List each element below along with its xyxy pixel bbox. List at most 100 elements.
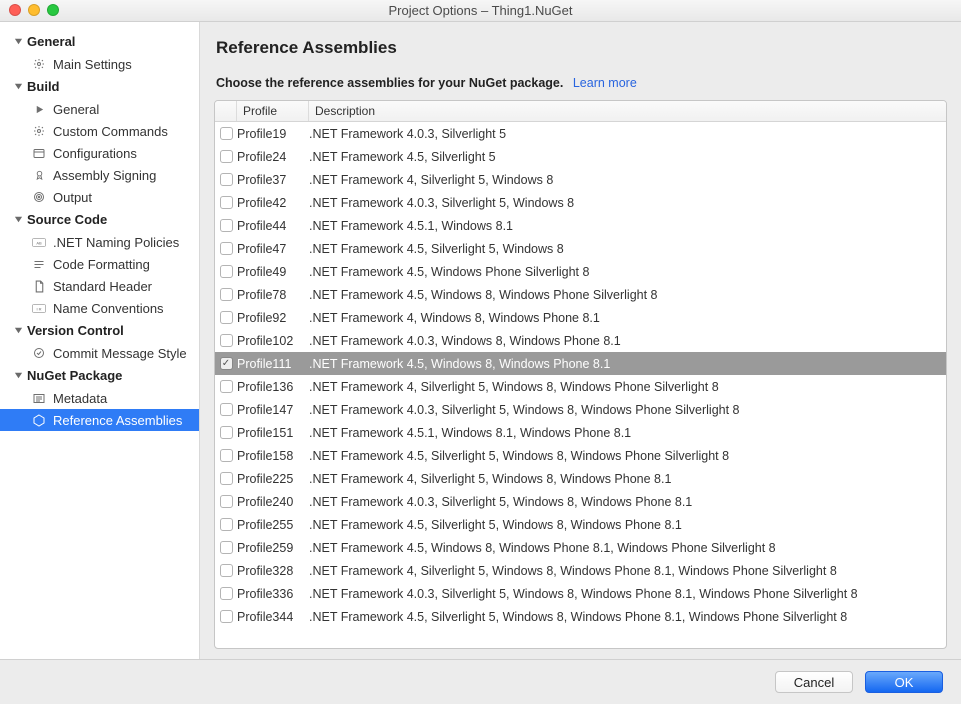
cell-description: .NET Framework 4, Silverlight 5, Windows… xyxy=(309,380,942,394)
sidebar-item-label: Custom Commands xyxy=(53,124,168,139)
sidebar-item[interactable]: AB.NET Naming Policies xyxy=(0,231,199,253)
table-row[interactable]: Profile49.NET Framework 4.5, Windows Pho… xyxy=(215,260,946,283)
row-checkbox[interactable]: ✓ xyxy=(215,357,237,370)
sidebar-item[interactable]: I RName Conventions xyxy=(0,297,199,319)
row-checkbox[interactable] xyxy=(215,518,237,531)
row-checkbox[interactable] xyxy=(215,495,237,508)
sidebar-item[interactable]: Metadata xyxy=(0,387,199,409)
table-row[interactable]: Profile147.NET Framework 4.0.3, Silverli… xyxy=(215,398,946,421)
row-checkbox[interactable] xyxy=(215,380,237,393)
sidebar-item[interactable]: Custom Commands xyxy=(0,120,199,142)
titlebar: Project Options – Thing1.NuGet xyxy=(0,0,961,22)
row-checkbox[interactable] xyxy=(215,127,237,140)
sidebar-item-label: Reference Assemblies xyxy=(53,413,182,428)
row-checkbox[interactable] xyxy=(215,587,237,600)
disclosure-icon xyxy=(14,82,23,91)
table-row[interactable]: Profile158.NET Framework 4.5, Silverligh… xyxy=(215,444,946,467)
table-row[interactable]: Profile78.NET Framework 4.5, Windows 8, … xyxy=(215,283,946,306)
sidebar-group[interactable]: General xyxy=(0,30,199,53)
target-icon xyxy=(32,190,46,204)
minimize-icon[interactable] xyxy=(28,4,40,16)
sidebar-item[interactable]: Standard Header xyxy=(0,275,199,297)
sidebar-item-label: Metadata xyxy=(53,391,107,406)
cell-description: .NET Framework 4.5, Silverlight 5, Windo… xyxy=(309,610,942,624)
row-checkbox[interactable] xyxy=(215,288,237,301)
sidebar-item[interactable]: Code Formatting xyxy=(0,253,199,275)
table-row[interactable]: Profile19.NET Framework 4.0.3, Silverlig… xyxy=(215,122,946,145)
table-row[interactable]: Profile225.NET Framework 4, Silverlight … xyxy=(215,467,946,490)
table-row[interactable]: Profile259.NET Framework 4.5, Windows 8,… xyxy=(215,536,946,559)
row-checkbox[interactable] xyxy=(215,173,237,186)
table-row[interactable]: Profile44.NET Framework 4.5.1, Windows 8… xyxy=(215,214,946,237)
sidebar-item[interactable]: Assembly Signing xyxy=(0,164,199,186)
cell-description: .NET Framework 4, Silverlight 5, Windows… xyxy=(309,472,942,486)
maximize-icon[interactable] xyxy=(47,4,59,16)
table-row[interactable]: Profile24.NET Framework 4.5, Silverlight… xyxy=(215,145,946,168)
row-checkbox[interactable] xyxy=(215,150,237,163)
row-checkbox[interactable] xyxy=(215,449,237,462)
sidebar-item-label: .NET Naming Policies xyxy=(53,235,179,250)
row-checkbox[interactable] xyxy=(215,265,237,278)
table-row[interactable]: Profile344.NET Framework 4.5, Silverligh… xyxy=(215,605,946,628)
row-checkbox[interactable] xyxy=(215,403,237,416)
sidebar-item-label: Code Formatting xyxy=(53,257,150,272)
cancel-button[interactable]: Cancel xyxy=(775,671,853,693)
cell-description: .NET Framework 4.5, Silverlight 5, Windo… xyxy=(309,518,942,532)
table-row[interactable]: Profile336.NET Framework 4.0.3, Silverli… xyxy=(215,582,946,605)
row-checkbox[interactable] xyxy=(215,311,237,324)
table-row[interactable]: Profile47.NET Framework 4.5, Silverlight… xyxy=(215,237,946,260)
sidebar-group[interactable]: Version Control xyxy=(0,319,199,342)
sidebar-item[interactable]: Commit Message Style xyxy=(0,342,199,364)
cell-description: .NET Framework 4.5, Windows 8, Windows P… xyxy=(309,541,942,555)
hex-icon xyxy=(32,413,46,427)
table-row[interactable]: Profile37.NET Framework 4, Silverlight 5… xyxy=(215,168,946,191)
sidebar-item-label: Standard Header xyxy=(53,279,152,294)
sidebar-group[interactable]: Source Code xyxy=(0,208,199,231)
sidebar-group[interactable]: Build xyxy=(0,75,199,98)
row-checkbox[interactable] xyxy=(215,334,237,347)
learn-more-link[interactable]: Learn more xyxy=(573,76,637,90)
prompt-text: Choose the reference assemblies for your… xyxy=(214,76,947,90)
table-row[interactable]: Profile102.NET Framework 4.0.3, Windows … xyxy=(215,329,946,352)
disclosure-icon xyxy=(14,371,23,380)
table-row[interactable]: Profile240.NET Framework 4.0.3, Silverli… xyxy=(215,490,946,513)
row-checkbox[interactable] xyxy=(215,242,237,255)
table-row[interactable]: Profile92.NET Framework 4, Windows 8, Wi… xyxy=(215,306,946,329)
table-row[interactable]: ✓Profile111.NET Framework 4.5, Windows 8… xyxy=(215,352,946,375)
table-row[interactable]: Profile255.NET Framework 4.5, Silverligh… xyxy=(215,513,946,536)
cell-description: .NET Framework 4, Silverlight 5, Windows… xyxy=(309,173,942,187)
cell-profile: Profile102 xyxy=(237,334,309,348)
table-row[interactable]: Profile136.NET Framework 4, Silverlight … xyxy=(215,375,946,398)
row-checkbox[interactable] xyxy=(215,610,237,623)
cell-description: .NET Framework 4.5, Silverlight 5, Windo… xyxy=(309,242,942,256)
table-row[interactable]: Profile42.NET Framework 4.0.3, Silverlig… xyxy=(215,191,946,214)
cell-description: .NET Framework 4, Windows 8, Windows Pho… xyxy=(309,311,942,325)
cell-profile: Profile49 xyxy=(237,265,309,279)
disclosure-icon xyxy=(14,37,23,46)
checkmark-icon: ✓ xyxy=(222,359,230,369)
table-row[interactable]: Profile328.NET Framework 4, Silverlight … xyxy=(215,559,946,582)
header-profile[interactable]: Profile xyxy=(237,101,309,121)
row-checkbox[interactable] xyxy=(215,219,237,232)
window-title: Project Options – Thing1.NuGet xyxy=(388,3,572,18)
sidebar-group-label: General xyxy=(27,34,75,49)
row-checkbox[interactable] xyxy=(215,472,237,485)
row-checkbox[interactable] xyxy=(215,426,237,439)
sidebar-item[interactable]: Output xyxy=(0,186,199,208)
sidebar-item[interactable]: Configurations xyxy=(0,142,199,164)
cell-profile: Profile24 xyxy=(237,150,309,164)
sidebar-item[interactable]: Main Settings xyxy=(0,53,199,75)
header-description[interactable]: Description xyxy=(309,101,946,121)
table-row[interactable]: Profile151.NET Framework 4.5.1, Windows … xyxy=(215,421,946,444)
cell-profile: Profile19 xyxy=(237,127,309,141)
row-checkbox[interactable] xyxy=(215,196,237,209)
cell-description: .NET Framework 4.0.3, Silverlight 5, Win… xyxy=(309,587,942,601)
close-icon[interactable] xyxy=(9,4,21,16)
sidebar-item[interactable]: General xyxy=(0,98,199,120)
row-checkbox[interactable] xyxy=(215,564,237,577)
row-checkbox[interactable] xyxy=(215,541,237,554)
cell-description: .NET Framework 4.0.3, Windows 8, Windows… xyxy=(309,334,942,348)
ok-button[interactable]: OK xyxy=(865,671,943,693)
sidebar-group[interactable]: NuGet Package xyxy=(0,364,199,387)
sidebar-item[interactable]: Reference Assemblies xyxy=(0,409,199,431)
